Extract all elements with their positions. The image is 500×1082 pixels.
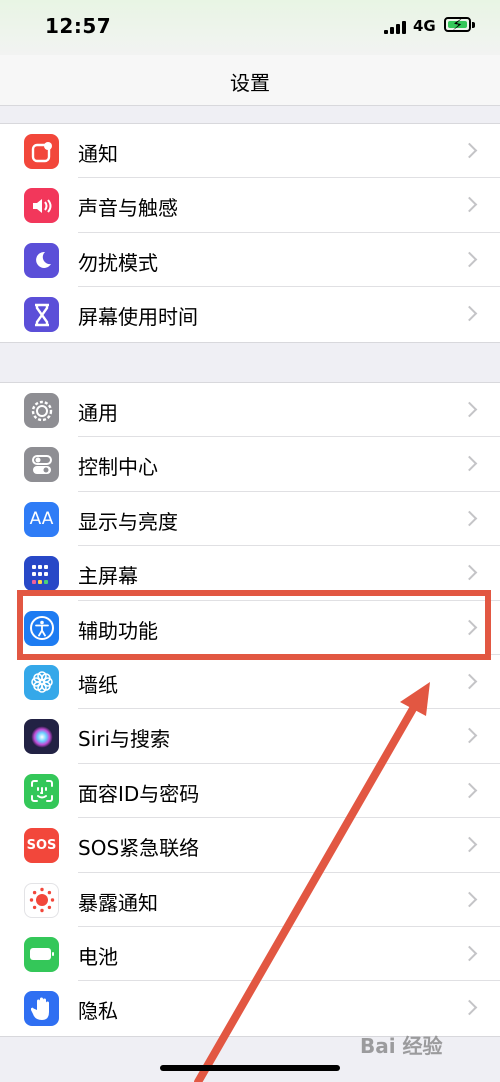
watermark: Bai 经验 [360, 1034, 443, 1058]
home-indicator [160, 1065, 340, 1071]
annotation-arrow-icon [194, 682, 430, 1082]
